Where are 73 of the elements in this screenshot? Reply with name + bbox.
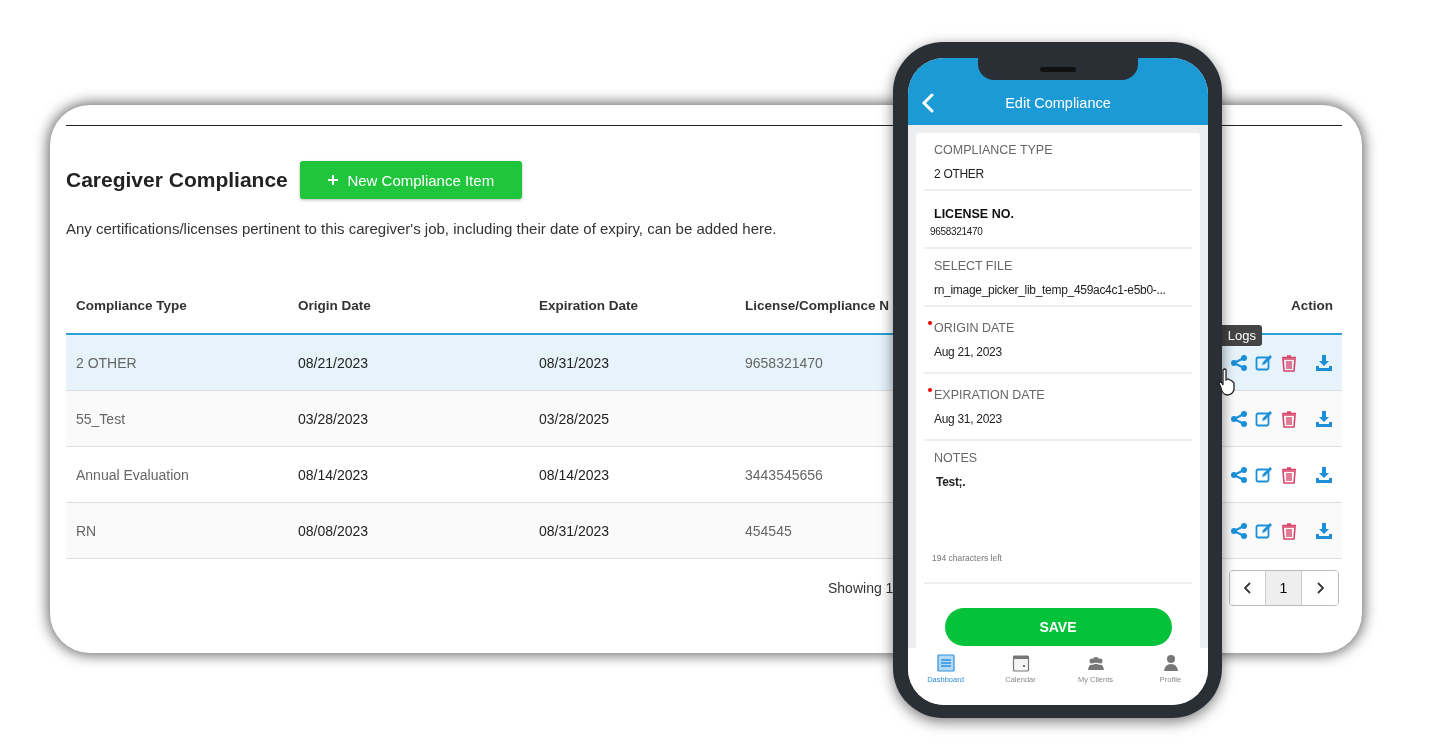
character-counter: 194 characters left: [932, 553, 1003, 563]
table-cell: 03/28/2025: [539, 410, 610, 427]
form-field[interactable]: LICENSE NO. 9658321470: [924, 191, 1192, 249]
back-icon[interactable]: [921, 93, 935, 113]
field-label: NOTES: [934, 451, 979, 465]
field-label: EXPIRATION DATE: [934, 388, 1046, 402]
field-value: rn_image_picker_lib_temp_459ac4c1-e5b0-...: [934, 283, 1167, 297]
field-value: Aug 21, 2023: [934, 345, 1003, 359]
column-header: Action: [1291, 298, 1333, 313]
table-row[interactable]: 55_Test 03/28/2023 03/28/2025: [66, 391, 893, 446]
share-icon[interactable]: [1230, 521, 1248, 540]
description-text: Any certifications/licenses pertinent to this caregiver's job, including their date of expiry, can be added here.: [66, 220, 777, 237]
field-value: 2 OTHER: [934, 167, 985, 181]
edit-icon[interactable]: [1255, 353, 1273, 372]
table-row[interactable]: Annual Evaluation 08/14/2023 08/14/2023 3443545656: [66, 447, 893, 502]
table-row[interactable]: RN 08/08/2023 08/31/2023 454545: [66, 503, 893, 558]
edit-icon[interactable]: [1255, 465, 1273, 484]
table-cell: 08/08/2023: [298, 522, 369, 539]
form-field[interactable]: SELECT FILE rn_image_picker_lib_temp_459ac4c1-e5b0-...: [924, 249, 1192, 307]
download-icon[interactable]: [1315, 353, 1333, 372]
table-cell: 3443545656: [745, 466, 823, 483]
table-cell: 55_Test: [76, 410, 126, 427]
chevron-right-icon: [1315, 580, 1325, 595]
delete-icon[interactable]: [1280, 465, 1298, 484]
edit-icon[interactable]: [1255, 409, 1273, 428]
page-button[interactable]: 1: [1266, 570, 1302, 605]
field-label: LICENSE NO.: [934, 207, 1015, 221]
table-cell: 08/21/2023: [298, 354, 369, 371]
field-label: SELECT FILE: [934, 259, 1014, 273]
previous-page-button[interactable]: [1230, 570, 1266, 605]
form-field[interactable]: ORIGIN DATE Aug 21, 2023: [924, 307, 1192, 374]
share-icon[interactable]: [1230, 409, 1248, 428]
field-label: ORIGIN DATE: [934, 321, 1016, 335]
column-header: Compliance Type: [76, 298, 187, 313]
download-icon[interactable]: [1315, 465, 1333, 484]
table-cell: RN: [76, 522, 97, 539]
table-cell: 08/31/2023: [539, 354, 610, 371]
edit-icon[interactable]: [1255, 521, 1273, 540]
form-field[interactable]: EXPIRATION DATE Aug 31, 2023: [924, 374, 1192, 441]
person-icon: [1161, 654, 1180, 672]
plus-icon: [327, 174, 340, 186]
table-cell: 08/14/2023: [298, 466, 369, 483]
people-icon: [1086, 654, 1105, 672]
share-icon[interactable]: [1230, 465, 1248, 484]
pagination-info: Showing 1: [828, 579, 894, 596]
field-value: Test;.: [935, 475, 967, 489]
field-label: COMPLIANCE TYPE: [934, 143, 1054, 157]
table-cell: 08/14/2023: [539, 466, 610, 483]
calendar-icon: [1011, 654, 1030, 672]
delete-icon[interactable]: [1280, 521, 1298, 540]
delete-icon[interactable]: [1280, 409, 1298, 428]
table-cell: 9658321470: [745, 354, 823, 371]
table-cell: 454545: [745, 522, 792, 539]
table-row[interactable]: 2 OTHER 08/21/2023 08/31/2023 9658321470: [66, 335, 893, 390]
download-icon[interactable]: [1315, 409, 1333, 428]
column-header: License/Compliance N: [745, 298, 890, 313]
download-icon[interactable]: [1315, 521, 1333, 540]
screen-title: Edit Compliance: [1005, 95, 1111, 111]
table-cell: 2 OTHER: [76, 354, 137, 371]
field-value: Aug 31, 2023: [934, 412, 1003, 426]
share-icon[interactable]: [1230, 353, 1248, 372]
column-header: Expiration Date: [539, 298, 639, 313]
list-icon: [936, 654, 955, 672]
field-value: 9658321470: [930, 226, 984, 237]
column-header: Origin Date: [298, 298, 371, 313]
form-field[interactable]: COMPLIANCE TYPE 2 OTHER: [924, 133, 1192, 191]
page-title: Caregiver Compliance: [66, 168, 288, 192]
delete-icon[interactable]: [1280, 353, 1298, 372]
table-cell: 08/31/2023: [539, 522, 610, 539]
table-cell: 03/28/2023: [298, 410, 369, 427]
form-field[interactable]: NOTES Test;. 194 characters left: [924, 441, 1192, 584]
chevron-left-icon: [1242, 580, 1253, 595]
table-cell: Annual Evaluation: [76, 466, 189, 483]
